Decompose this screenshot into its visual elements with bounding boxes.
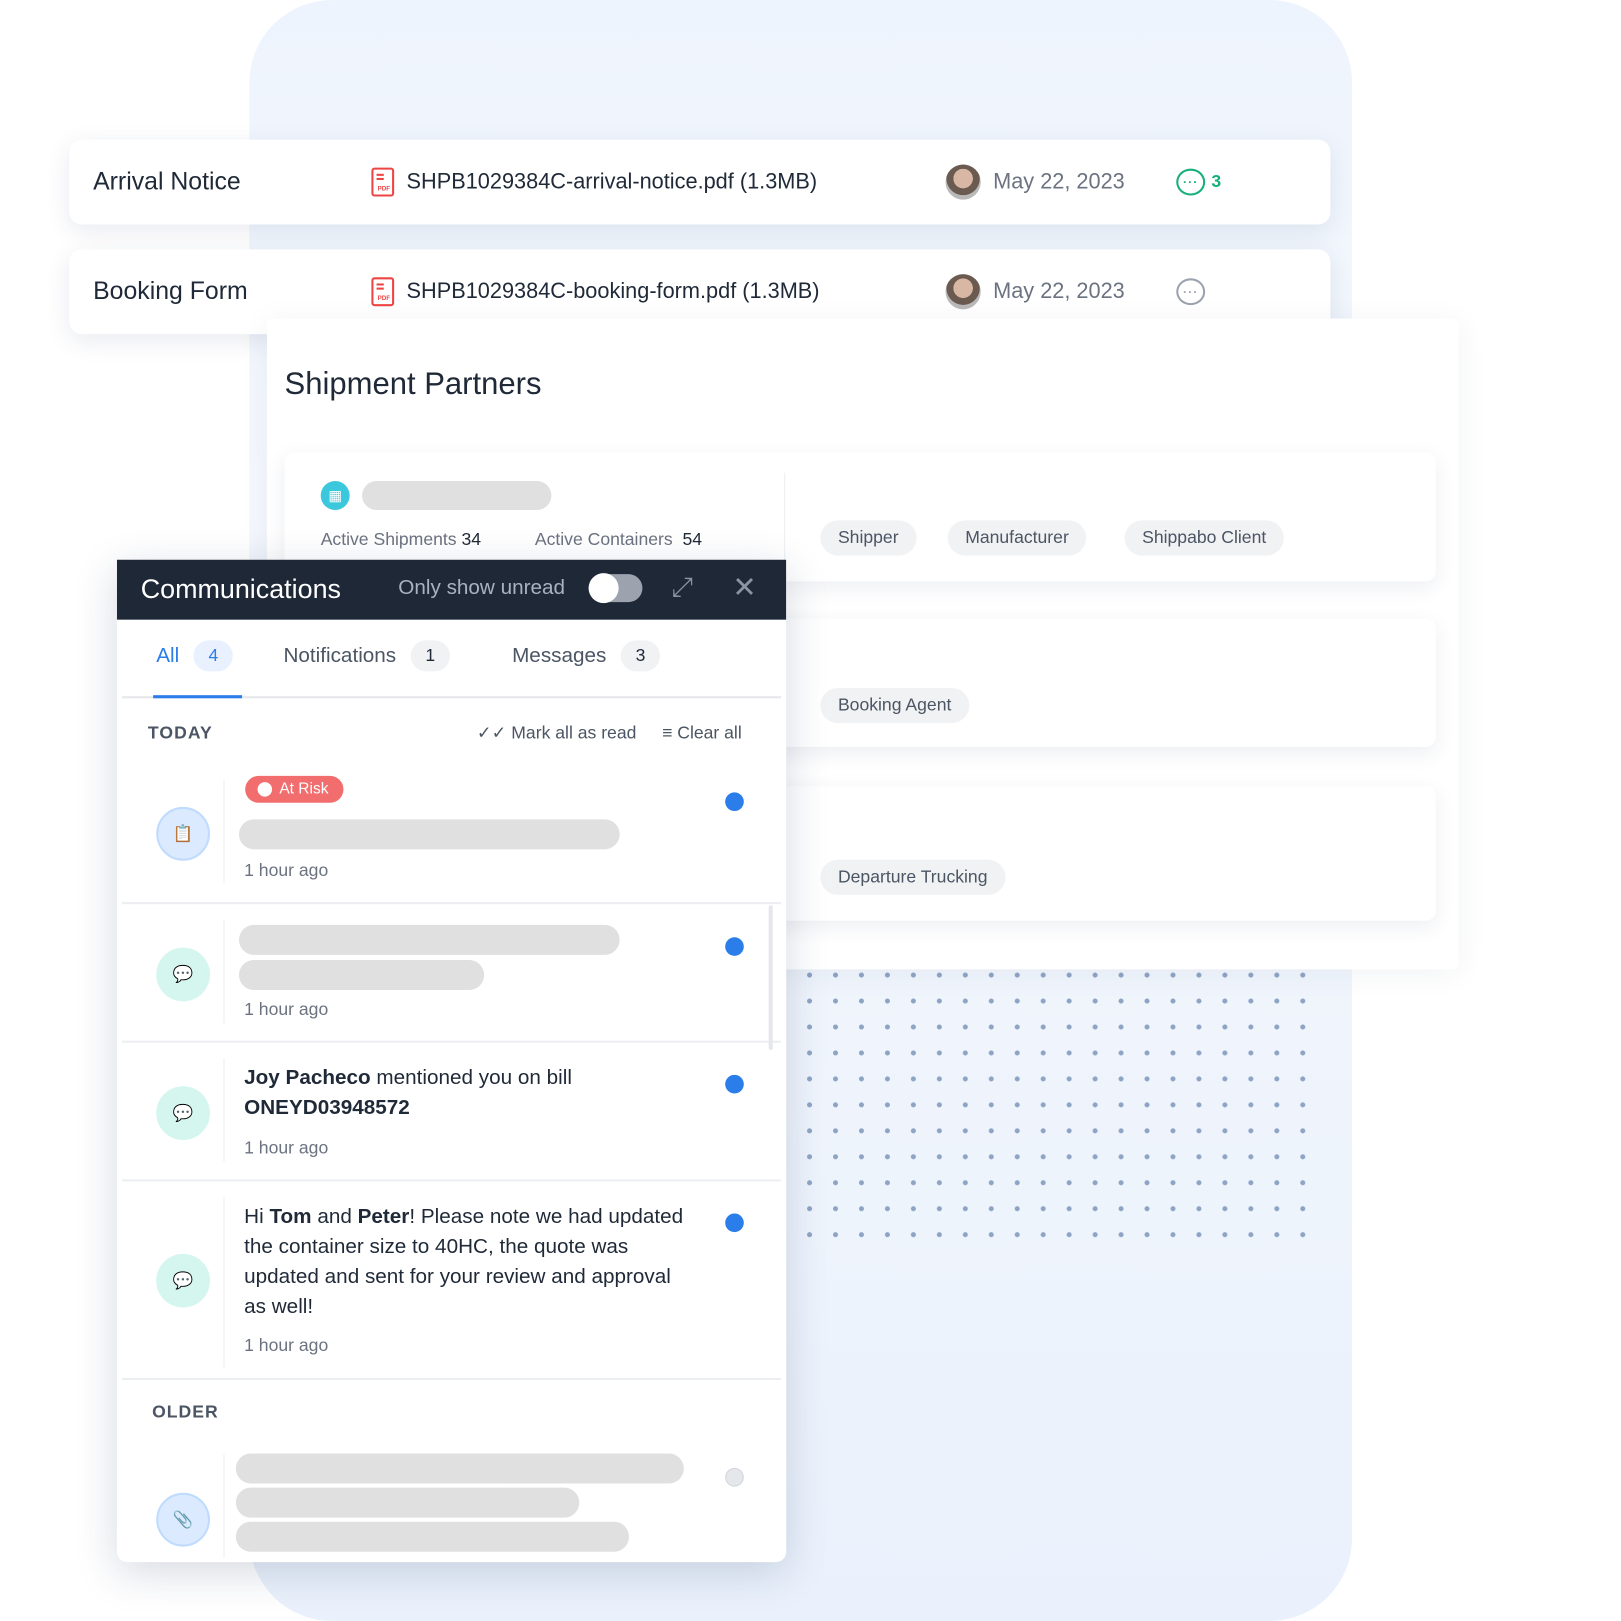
paperclip-icon: 📎 bbox=[156, 1492, 211, 1547]
count-badge: 3 bbox=[620, 640, 661, 672]
at-risk-badge: At Risk bbox=[245, 775, 343, 803]
message-item[interactable]: 💬 1 hour ago bbox=[122, 904, 782, 1043]
message-item[interactable]: 💬 Hi Tom and Peter! Please note we had u… bbox=[122, 1181, 782, 1381]
count-badge: 4 bbox=[193, 640, 234, 672]
text-placeholder bbox=[235, 1487, 580, 1518]
mark-all-read-button[interactable]: ✓✓ Mark all as read bbox=[477, 723, 636, 744]
chat-icon: 💬 bbox=[156, 947, 211, 1002]
unread-toggle[interactable] bbox=[588, 573, 643, 604]
pdf-icon: PDF bbox=[371, 277, 395, 307]
communications-panel: Communications Only show unread ⤢ ✕ All 4… bbox=[116, 559, 787, 1563]
notification-item[interactable]: 📎 bbox=[122, 1439, 781, 1562]
role-chip: Shipper bbox=[820, 520, 917, 556]
text-placeholder bbox=[238, 960, 485, 991]
scrollbar[interactable] bbox=[768, 905, 773, 1051]
active-containers: Active Containers 54 bbox=[534, 529, 703, 550]
upload-date: May 22, 2023 bbox=[993, 279, 1125, 304]
text-placeholder bbox=[238, 819, 620, 850]
tab-all[interactable]: All 4 bbox=[156, 640, 234, 672]
panel-header: Communications Only show unread ⤢ ✕ bbox=[116, 559, 787, 620]
role-chip: Booking Agent bbox=[820, 687, 969, 724]
section-older: OLDER bbox=[152, 1401, 219, 1422]
timestamp: 1 hour ago bbox=[244, 1137, 329, 1158]
file-link[interactable]: PDF SHPB1029384C-booking-form.pdf (1.3MB) bbox=[371, 277, 820, 307]
unread-dot[interactable] bbox=[725, 937, 744, 956]
partner-name-placeholder bbox=[362, 481, 552, 511]
tab-messages[interactable]: Messages 3 bbox=[512, 640, 661, 672]
role-chip: Shippabo Client bbox=[1124, 520, 1284, 556]
chat-icon: 💬 bbox=[156, 1253, 211, 1308]
text-placeholder bbox=[235, 1453, 684, 1484]
timestamp: 1 hour ago bbox=[244, 999, 329, 1019]
section-title: Shipment Partners bbox=[284, 367, 542, 402]
text-placeholder bbox=[238, 924, 620, 955]
message-item[interactable]: 💬 Joy Pacheco mentioned you on bill ONEY… bbox=[122, 1043, 782, 1182]
clear-list-icon: ≡ bbox=[662, 723, 673, 743]
active-tab-indicator bbox=[153, 695, 243, 699]
avatar bbox=[945, 274, 981, 310]
double-check-icon: ✓✓ bbox=[476, 723, 507, 743]
document-title: Booking Form bbox=[93, 277, 248, 306]
clock-icon bbox=[257, 782, 273, 797]
chat-bubble-icon: ··· bbox=[1176, 168, 1206, 196]
document-row-arrival-notice[interactable]: Arrival Notice PDF SHPB1029384C-arrival-n… bbox=[69, 139, 1331, 225]
document-title: Arrival Notice bbox=[93, 167, 241, 196]
comments-button[interactable]: ··· 3 bbox=[1176, 168, 1222, 196]
unread-dot[interactable] bbox=[725, 1074, 744, 1094]
file-name[interactable]: SHPB1029384C-booking-form.pdf (1.3MB) bbox=[407, 279, 820, 304]
chat-bubble-icon: ··· bbox=[1176, 278, 1206, 306]
notification-item[interactable]: 📋 At Risk 1 hour ago bbox=[122, 759, 782, 905]
expand-icon[interactable]: ⤢ bbox=[671, 571, 693, 604]
timestamp: 1 hour ago bbox=[244, 1335, 329, 1356]
tab-bar: All 4 Notifications 1 Messages 3 bbox=[122, 620, 782, 699]
tab-notifications[interactable]: Notifications 1 bbox=[283, 640, 450, 672]
file-name[interactable]: SHPB1029384C-arrival-notice.pdf (1.3MB) bbox=[407, 170, 818, 195]
comment-count: 3 bbox=[1211, 171, 1222, 192]
dot-pattern bbox=[796, 962, 1314, 1242]
upload-date: May 22, 2023 bbox=[993, 169, 1125, 194]
role-chip: Departure Trucking bbox=[820, 859, 1006, 895]
section-today: TODAY bbox=[147, 723, 213, 743]
panel-title: Communications bbox=[140, 573, 342, 605]
text-placeholder bbox=[235, 1521, 629, 1552]
pdf-icon: PDF bbox=[371, 167, 395, 197]
avatar bbox=[945, 164, 981, 200]
building-icon: ▦ bbox=[320, 481, 350, 511]
file-link[interactable]: PDF SHPB1029384C-arrival-notice.pdf (1.3M… bbox=[371, 167, 818, 197]
unread-dot[interactable] bbox=[725, 792, 744, 812]
read-dot[interactable] bbox=[725, 1467, 744, 1487]
unread-label: Only show unread bbox=[398, 576, 566, 599]
clipboard-icon: 📋 bbox=[156, 806, 211, 861]
active-shipments: Active Shipments 34 bbox=[320, 529, 482, 550]
timestamp: 1 hour ago bbox=[244, 860, 329, 881]
comments-button[interactable]: ··· bbox=[1176, 278, 1206, 306]
message-text: Joy Pacheco mentioned you on bill ONEYD0… bbox=[244, 1066, 572, 1120]
unread-dot[interactable] bbox=[725, 1213, 744, 1233]
role-chip: Manufacturer bbox=[947, 520, 1087, 556]
clear-all-button[interactable]: ≡ Clear all bbox=[662, 723, 742, 744]
message-text: Hi Tom and Peter! Please note we had upd… bbox=[244, 1205, 684, 1318]
count-badge: 1 bbox=[410, 640, 450, 672]
chat-icon: 💬 bbox=[156, 1086, 211, 1141]
close-icon[interactable]: ✕ bbox=[732, 570, 756, 604]
